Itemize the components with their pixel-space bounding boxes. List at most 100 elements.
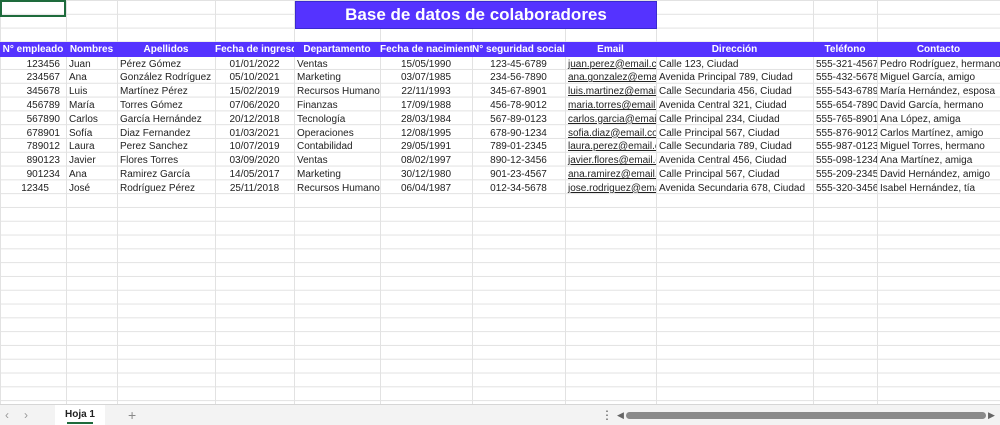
cell-employee-number[interactable]: 901234	[0, 168, 66, 182]
cell-contact[interactable]: María Hernández, esposa	[877, 85, 1000, 99]
cell-birth-date[interactable]: 28/03/1984	[380, 113, 472, 127]
cell-employee-number[interactable]: 890123	[0, 154, 66, 168]
cell-email-link[interactable]: sofia.diaz@email.com	[565, 127, 656, 141]
cell-birth-date[interactable]: 17/09/1988	[380, 99, 472, 113]
cell-email-link[interactable]: ana.gonzalez@email.c	[565, 71, 656, 85]
header-last-names[interactable]: Apellidos	[117, 42, 215, 57]
cell-social-security[interactable]: 890-12-3456	[472, 154, 565, 168]
cell-hire-date[interactable]: 01/03/2021	[215, 127, 294, 141]
cell-address[interactable]: Calle Principal 234, Ciudad	[656, 113, 813, 127]
cell-birth-date[interactable]: 08/02/1997	[380, 154, 472, 168]
cell-last-name[interactable]: Rodríguez Pérez	[117, 182, 215, 196]
cell-first-name[interactable]: Juan	[66, 58, 117, 72]
header-hire-date[interactable]: Fecha de ingreso	[215, 42, 294, 57]
cell-phone[interactable]: 555-098-1234	[813, 154, 877, 168]
cell-email-link[interactable]: laura.perez@email.com	[565, 140, 656, 154]
cell-department[interactable]: Marketing	[294, 71, 380, 85]
cell-phone[interactable]: 555-987-0123	[813, 140, 877, 154]
cell-first-name[interactable]: Javier	[66, 154, 117, 168]
cell-address[interactable]: Avenida Secundaria 678, Ciudad	[656, 182, 813, 196]
cell-first-name[interactable]: Laura	[66, 140, 117, 154]
cell-social-security[interactable]: 012-34-5678	[472, 182, 565, 196]
add-sheet-icon[interactable]: +	[128, 407, 136, 423]
cell-hire-date[interactable]: 25/11/2018	[215, 182, 294, 196]
cell-department[interactable]: Recursos Humanos	[294, 85, 380, 99]
selected-cell-a1[interactable]	[0, 0, 66, 17]
cell-first-name[interactable]: Ana	[66, 168, 117, 182]
cell-department[interactable]: Marketing	[294, 168, 380, 182]
cell-contact[interactable]: Miguel García, amigo	[877, 71, 1000, 85]
cell-email-link[interactable]: javier.flores@email.com	[565, 154, 656, 168]
cell-social-security[interactable]: 901-23-4567	[472, 168, 565, 182]
cell-contact[interactable]: David García, hermano	[877, 99, 1000, 113]
cell-birth-date[interactable]: 22/11/1993	[380, 85, 472, 99]
cell-address[interactable]: Avenida Principal 789, Ciudad	[656, 71, 813, 85]
cell-email-link[interactable]: ana.ramirez@email.com	[565, 168, 656, 182]
cell-department[interactable]: Tecnología	[294, 113, 380, 127]
cell-department[interactable]: Ventas	[294, 154, 380, 168]
cell-employee-number[interactable]: 345678	[0, 85, 66, 99]
sheet-title[interactable]: Base de datos de colaboradores	[295, 1, 657, 29]
cell-hire-date[interactable]: 05/10/2021	[215, 71, 294, 85]
cell-department[interactable]: Operaciones	[294, 127, 380, 141]
cell-address[interactable]: Calle Principal 567, Ciudad	[656, 127, 813, 141]
cell-phone[interactable]: 555-321-4567	[813, 58, 877, 72]
header-employee-number[interactable]: N° empleado	[0, 42, 66, 57]
cell-last-name[interactable]: García Hernández	[117, 113, 215, 127]
cell-birth-date[interactable]: 12/08/1995	[380, 127, 472, 141]
cell-address[interactable]: Calle Secundaria 789, Ciudad	[656, 140, 813, 154]
cell-employee-number[interactable]: 789012	[0, 140, 66, 154]
scroll-left-icon[interactable]: ◀	[617, 410, 624, 421]
cell-contact[interactable]: Isabel Hernández, tía	[877, 182, 1000, 196]
header-first-names[interactable]: Nombres	[66, 42, 117, 57]
cell-first-name[interactable]: Luis	[66, 85, 117, 99]
cell-email-link[interactable]: jose.rodriguez@email.c	[565, 182, 656, 196]
cell-address[interactable]: Calle 123, Ciudad	[656, 58, 813, 72]
cell-social-security[interactable]: 567-89-0123	[472, 113, 565, 127]
cell-employee-number[interactable]: 234567	[0, 71, 66, 85]
cell-email-link[interactable]: carlos.garcia@email.c	[565, 113, 656, 127]
cell-last-name[interactable]: Flores Torres	[117, 154, 215, 168]
cell-phone[interactable]: 555-432-5678	[813, 71, 877, 85]
cell-social-security[interactable]: 234-56-7890	[472, 71, 565, 85]
cell-hire-date[interactable]: 10/07/2019	[215, 140, 294, 154]
cell-department[interactable]: Recursos Humanos	[294, 182, 380, 196]
cell-first-name[interactable]: Sofía	[66, 127, 117, 141]
cell-first-name[interactable]: María	[66, 99, 117, 113]
header-contact[interactable]: Contacto	[877, 42, 1000, 57]
cell-contact[interactable]: David Hernández, amigo	[877, 168, 1000, 182]
cell-last-name[interactable]: González Rodríguez	[117, 71, 215, 85]
cell-phone[interactable]: 555-654-7890	[813, 99, 877, 113]
cell-social-security[interactable]: 456-78-9012	[472, 99, 565, 113]
cell-last-name[interactable]: Torres Gómez	[117, 99, 215, 113]
cell-social-security[interactable]: 345-67-8901	[472, 85, 565, 99]
cell-email-link[interactable]: maria.torres@email.co	[565, 99, 656, 113]
cell-employee-number[interactable]: 12345	[0, 182, 66, 196]
chevron-right-icon[interactable]: ›	[24, 408, 28, 422]
cell-birth-date[interactable]: 30/12/1980	[380, 168, 472, 182]
cell-contact[interactable]: Ana López, amiga	[877, 113, 1000, 127]
cell-hire-date[interactable]: 15/02/2019	[215, 85, 294, 99]
cell-address[interactable]: Avenida Central 456, Ciudad	[656, 154, 813, 168]
spreadsheet-grid[interactable]: Base de datos de colaboradores N° emplea…	[0, 0, 1000, 404]
cell-employee-number[interactable]: 456789	[0, 99, 66, 113]
cell-hire-date[interactable]: 14/05/2017	[215, 168, 294, 182]
cell-hire-date[interactable]: 20/12/2018	[215, 113, 294, 127]
cell-birth-date[interactable]: 15/05/1990	[380, 58, 472, 72]
horizontal-scrollbar-thumb[interactable]	[626, 412, 986, 419]
cell-birth-date[interactable]: 03/07/1985	[380, 71, 472, 85]
cell-email-link[interactable]: luis.martinez@email.c	[565, 85, 656, 99]
header-department[interactable]: Departamento	[294, 42, 380, 57]
cell-last-name[interactable]: Pérez Gómez	[117, 58, 215, 72]
cell-contact[interactable]: Ana Martínez, amiga	[877, 154, 1000, 168]
cell-phone[interactable]: 555-543-6789	[813, 85, 877, 99]
cell-hire-date[interactable]: 03/09/2020	[215, 154, 294, 168]
cell-hire-date[interactable]: 01/01/2022	[215, 58, 294, 72]
cell-employee-number[interactable]: 123456	[0, 58, 66, 72]
header-address[interactable]: Dirección	[656, 42, 813, 57]
cell-last-name[interactable]: Diaz Fernandez	[117, 127, 215, 141]
cell-birth-date[interactable]: 06/04/1987	[380, 182, 472, 196]
cell-phone[interactable]: 555-876-9012	[813, 127, 877, 141]
cell-last-name[interactable]: Martínez Pérez	[117, 85, 215, 99]
cell-department[interactable]: Contabilidad	[294, 140, 380, 154]
